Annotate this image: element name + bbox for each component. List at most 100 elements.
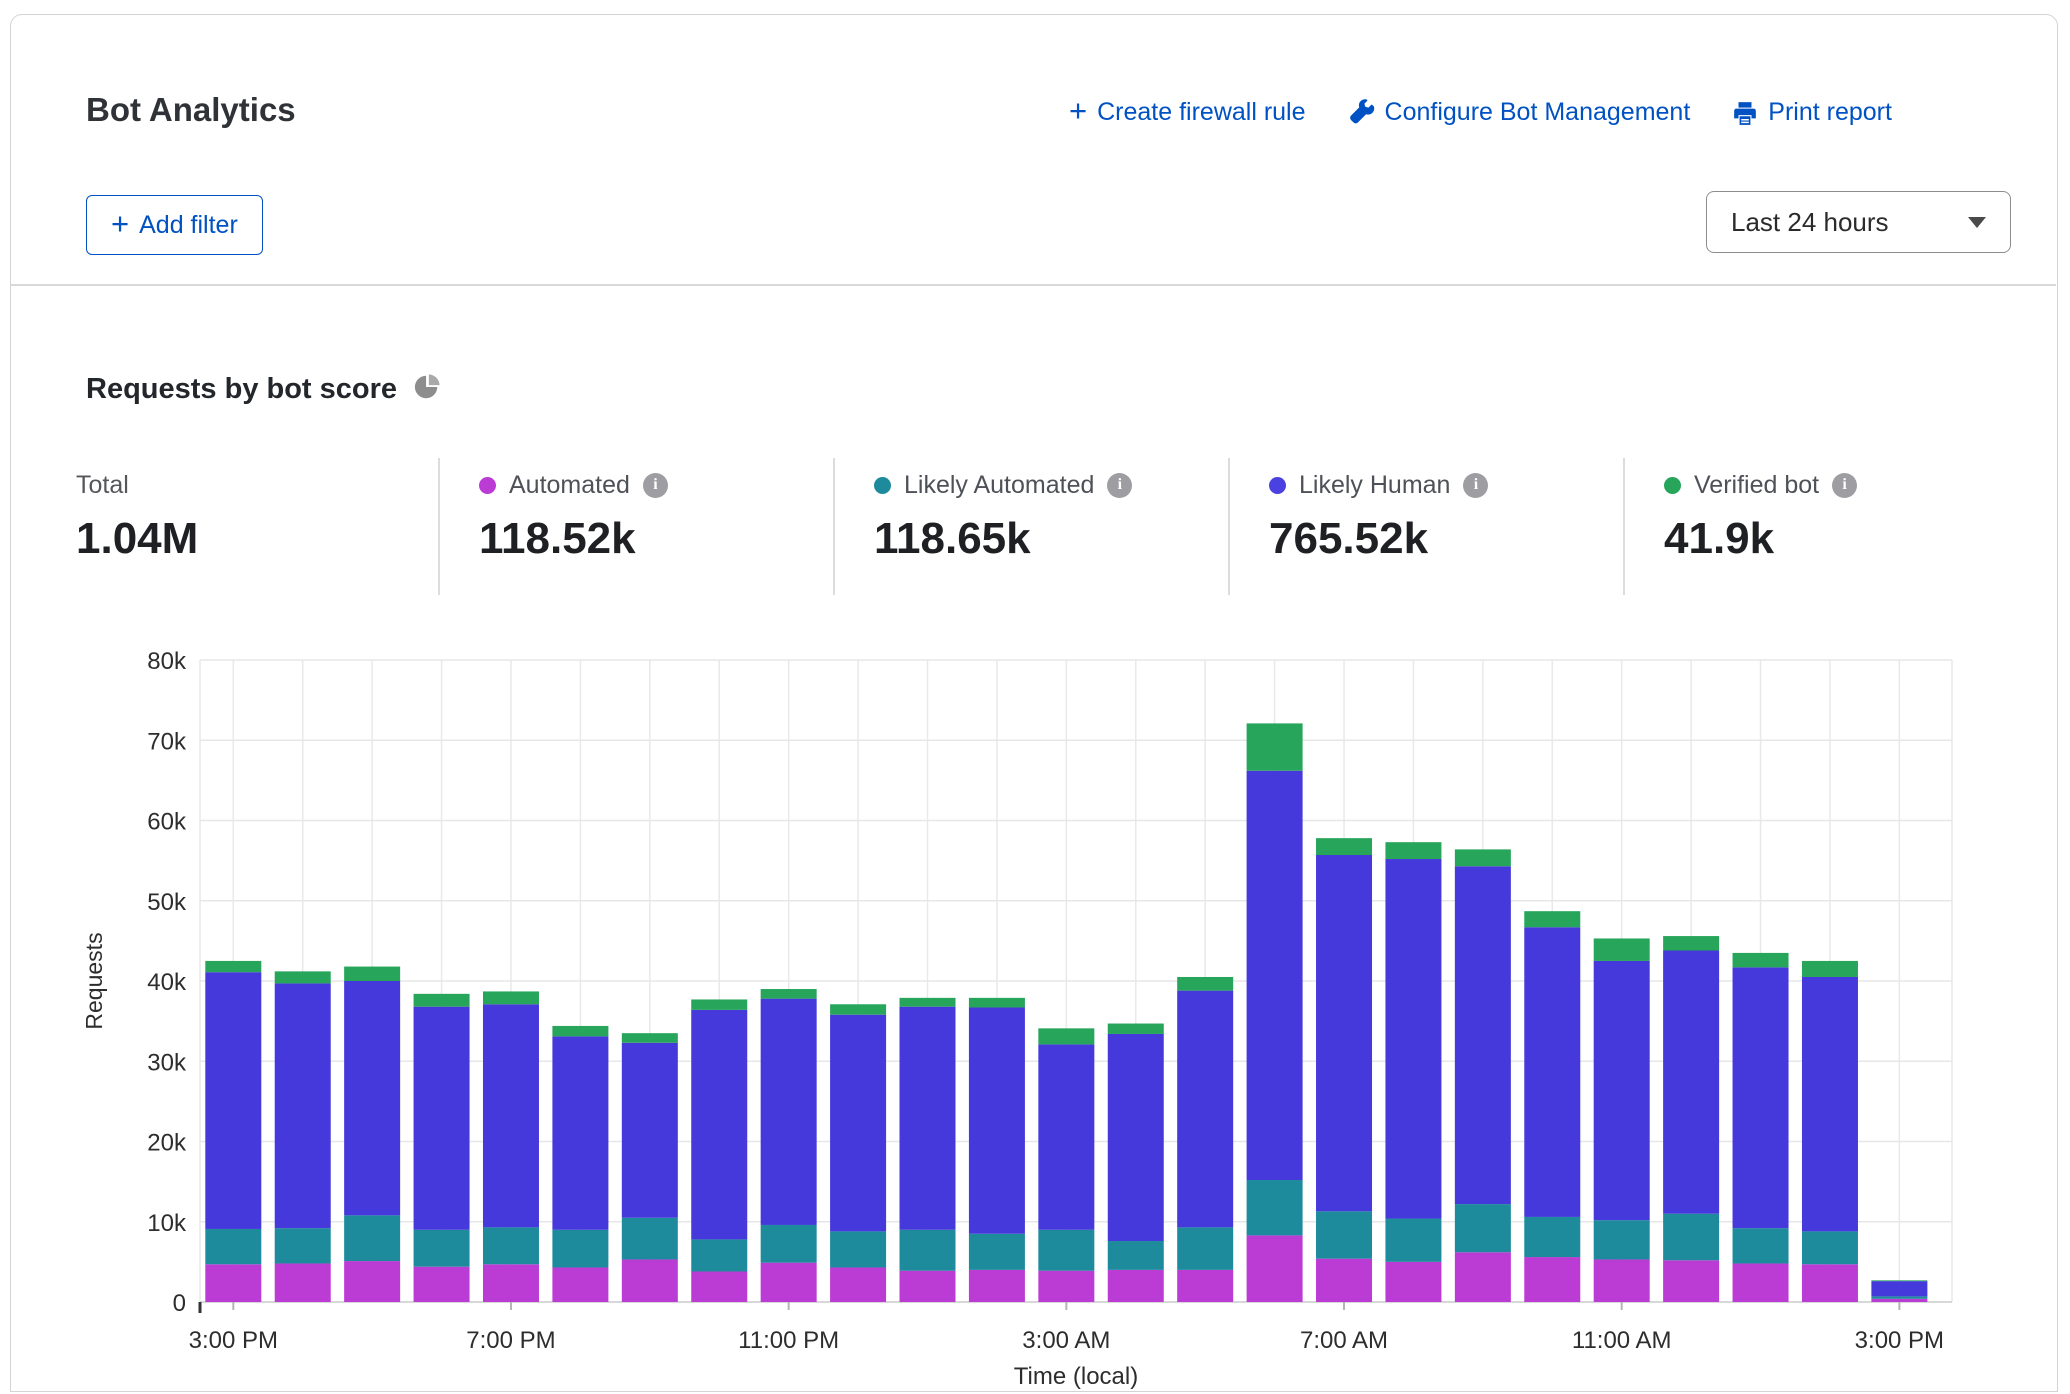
bar-segment-likely-human[interactable]	[1108, 1034, 1164, 1241]
bar-segment-verified-bot[interactable]	[1733, 953, 1789, 967]
bar-segment-likely-human[interactable]	[552, 1036, 608, 1229]
bar-segment-verified-bot[interactable]	[552, 1026, 608, 1036]
bar-segment-automated[interactable]	[1455, 1252, 1511, 1302]
bar-segment-likely-human[interactable]	[622, 1043, 678, 1218]
bar-segment-likely-human[interactable]	[205, 972, 261, 1229]
bar-segment-verified-bot[interactable]	[1177, 977, 1233, 991]
bar-segment-likely-automated[interactable]	[205, 1229, 261, 1264]
bar-segment-likely-human[interactable]	[1802, 977, 1858, 1231]
bar-segment-verified-bot[interactable]	[483, 991, 539, 1004]
create-firewall-rule-link[interactable]: + Create firewall rule	[1069, 97, 1306, 128]
bar-segment-verified-bot[interactable]	[1316, 838, 1372, 855]
bar-segment-verified-bot[interactable]	[1663, 936, 1719, 950]
bar-segment-verified-bot[interactable]	[1524, 911, 1580, 927]
info-icon[interactable]: i	[1107, 473, 1132, 498]
bar-segment-likely-human[interactable]	[414, 1007, 470, 1230]
bar-segment-verified-bot[interactable]	[1108, 1024, 1164, 1034]
bar-segment-automated[interactable]	[344, 1261, 400, 1302]
info-icon[interactable]: i	[1463, 473, 1488, 498]
bar-segment-likely-automated[interactable]	[1455, 1204, 1511, 1252]
bar-segment-automated[interactable]	[1108, 1270, 1164, 1302]
bar-segment-automated[interactable]	[483, 1264, 539, 1302]
bar-segment-likely-automated[interactable]	[1524, 1217, 1580, 1257]
bar-segment-likely-human[interactable]	[1663, 951, 1719, 1214]
bar-segment-likely-automated[interactable]	[1108, 1241, 1164, 1270]
bar-segment-likely-automated[interactable]	[1594, 1220, 1650, 1259]
bar-segment-likely-human[interactable]	[900, 1007, 956, 1230]
bar-segment-verified-bot[interactable]	[1247, 723, 1303, 770]
bar-segment-automated[interactable]	[900, 1271, 956, 1302]
bar-segment-verified-bot[interactable]	[414, 994, 470, 1007]
configure-bot-management-link[interactable]: Configure Bot Management	[1348, 98, 1691, 127]
bar-segment-likely-automated[interactable]	[969, 1234, 1025, 1270]
bar-segment-likely-automated[interactable]	[414, 1230, 470, 1267]
bar-segment-likely-automated[interactable]	[1316, 1211, 1372, 1258]
bar-segment-automated[interactable]	[1385, 1262, 1441, 1302]
bar-segment-likely-automated[interactable]	[1385, 1219, 1441, 1262]
bar-segment-automated[interactable]	[761, 1263, 817, 1302]
bar-segment-likely-human[interactable]	[483, 1004, 539, 1227]
bar-segment-likely-automated[interactable]	[483, 1227, 539, 1264]
info-icon[interactable]: i	[643, 473, 668, 498]
bar-segment-automated[interactable]	[1663, 1260, 1719, 1302]
bar-segment-likely-human[interactable]	[969, 1007, 1025, 1233]
bar-segment-automated[interactable]	[1594, 1259, 1650, 1302]
bar-segment-verified-bot[interactable]	[830, 1004, 886, 1014]
bar-segment-likely-automated[interactable]	[691, 1239, 747, 1271]
bar-segment-likely-human[interactable]	[344, 981, 400, 1215]
bar-segment-likely-human[interactable]	[275, 983, 331, 1228]
bar-segment-verified-bot[interactable]	[1871, 1280, 1927, 1281]
bar-segment-likely-human[interactable]	[1247, 771, 1303, 1180]
add-filter-button[interactable]: + Add filter	[86, 195, 263, 255]
bar-segment-automated[interactable]	[1524, 1257, 1580, 1302]
info-icon[interactable]: i	[1832, 473, 1857, 498]
bar-segment-likely-automated[interactable]	[1247, 1180, 1303, 1235]
bar-segment-automated[interactable]	[1802, 1264, 1858, 1302]
bar-segment-automated[interactable]	[1316, 1259, 1372, 1302]
bar-segment-verified-bot[interactable]	[1385, 842, 1441, 859]
bar-segment-likely-automated[interactable]	[552, 1230, 608, 1268]
bar-segment-automated[interactable]	[830, 1267, 886, 1302]
bar-segment-verified-bot[interactable]	[622, 1033, 678, 1043]
bar-segment-likely-automated[interactable]	[275, 1228, 331, 1263]
bar-segment-automated[interactable]	[1871, 1299, 1927, 1302]
time-range-select[interactable]: Last 24 hours	[1706, 191, 2011, 253]
bar-segment-likely-human[interactable]	[1594, 961, 1650, 1220]
bar-segment-verified-bot[interactable]	[344, 967, 400, 981]
bar-segment-likely-human[interactable]	[1177, 991, 1233, 1228]
bar-segment-likely-human[interactable]	[761, 999, 817, 1225]
bar-segment-likely-automated[interactable]	[344, 1215, 400, 1261]
bar-segment-likely-human[interactable]	[1455, 866, 1511, 1204]
bar-segment-automated[interactable]	[1733, 1263, 1789, 1302]
bar-segment-automated[interactable]	[414, 1267, 470, 1302]
bar-segment-verified-bot[interactable]	[1594, 938, 1650, 960]
bar-segment-likely-automated[interactable]	[900, 1230, 956, 1271]
bar-segment-automated[interactable]	[552, 1267, 608, 1302]
bar-segment-automated[interactable]	[1038, 1271, 1094, 1302]
bar-segment-automated[interactable]	[622, 1259, 678, 1302]
bar-segment-verified-bot[interactable]	[969, 998, 1025, 1008]
bar-segment-automated[interactable]	[205, 1264, 261, 1302]
bar-segment-verified-bot[interactable]	[1038, 1028, 1094, 1044]
bar-segment-likely-human[interactable]	[1038, 1044, 1094, 1229]
print-report-link[interactable]: Print report	[1732, 98, 1892, 127]
bar-segment-likely-automated[interactable]	[830, 1231, 886, 1267]
bar-segment-likely-automated[interactable]	[761, 1225, 817, 1263]
bar-segment-likely-human[interactable]	[691, 1010, 747, 1240]
bar-segment-likely-automated[interactable]	[1038, 1230, 1094, 1271]
bar-segment-likely-automated[interactable]	[1733, 1228, 1789, 1263]
bar-segment-likely-automated[interactable]	[1663, 1214, 1719, 1261]
bar-segment-likely-human[interactable]	[1733, 967, 1789, 1228]
bar-segment-verified-bot[interactable]	[1802, 961, 1858, 977]
bar-segment-likely-automated[interactable]	[1802, 1231, 1858, 1264]
bar-segment-automated[interactable]	[969, 1270, 1025, 1302]
bar-segment-likely-automated[interactable]	[622, 1218, 678, 1260]
bar-segment-likely-human[interactable]	[830, 1015, 886, 1232]
bar-segment-likely-human[interactable]	[1316, 855, 1372, 1211]
bar-segment-verified-bot[interactable]	[1455, 849, 1511, 866]
bar-segment-verified-bot[interactable]	[761, 989, 817, 999]
bar-segment-verified-bot[interactable]	[205, 961, 261, 972]
bar-segment-automated[interactable]	[691, 1272, 747, 1302]
bar-segment-automated[interactable]	[1247, 1235, 1303, 1302]
bar-segment-likely-automated[interactable]	[1177, 1227, 1233, 1270]
